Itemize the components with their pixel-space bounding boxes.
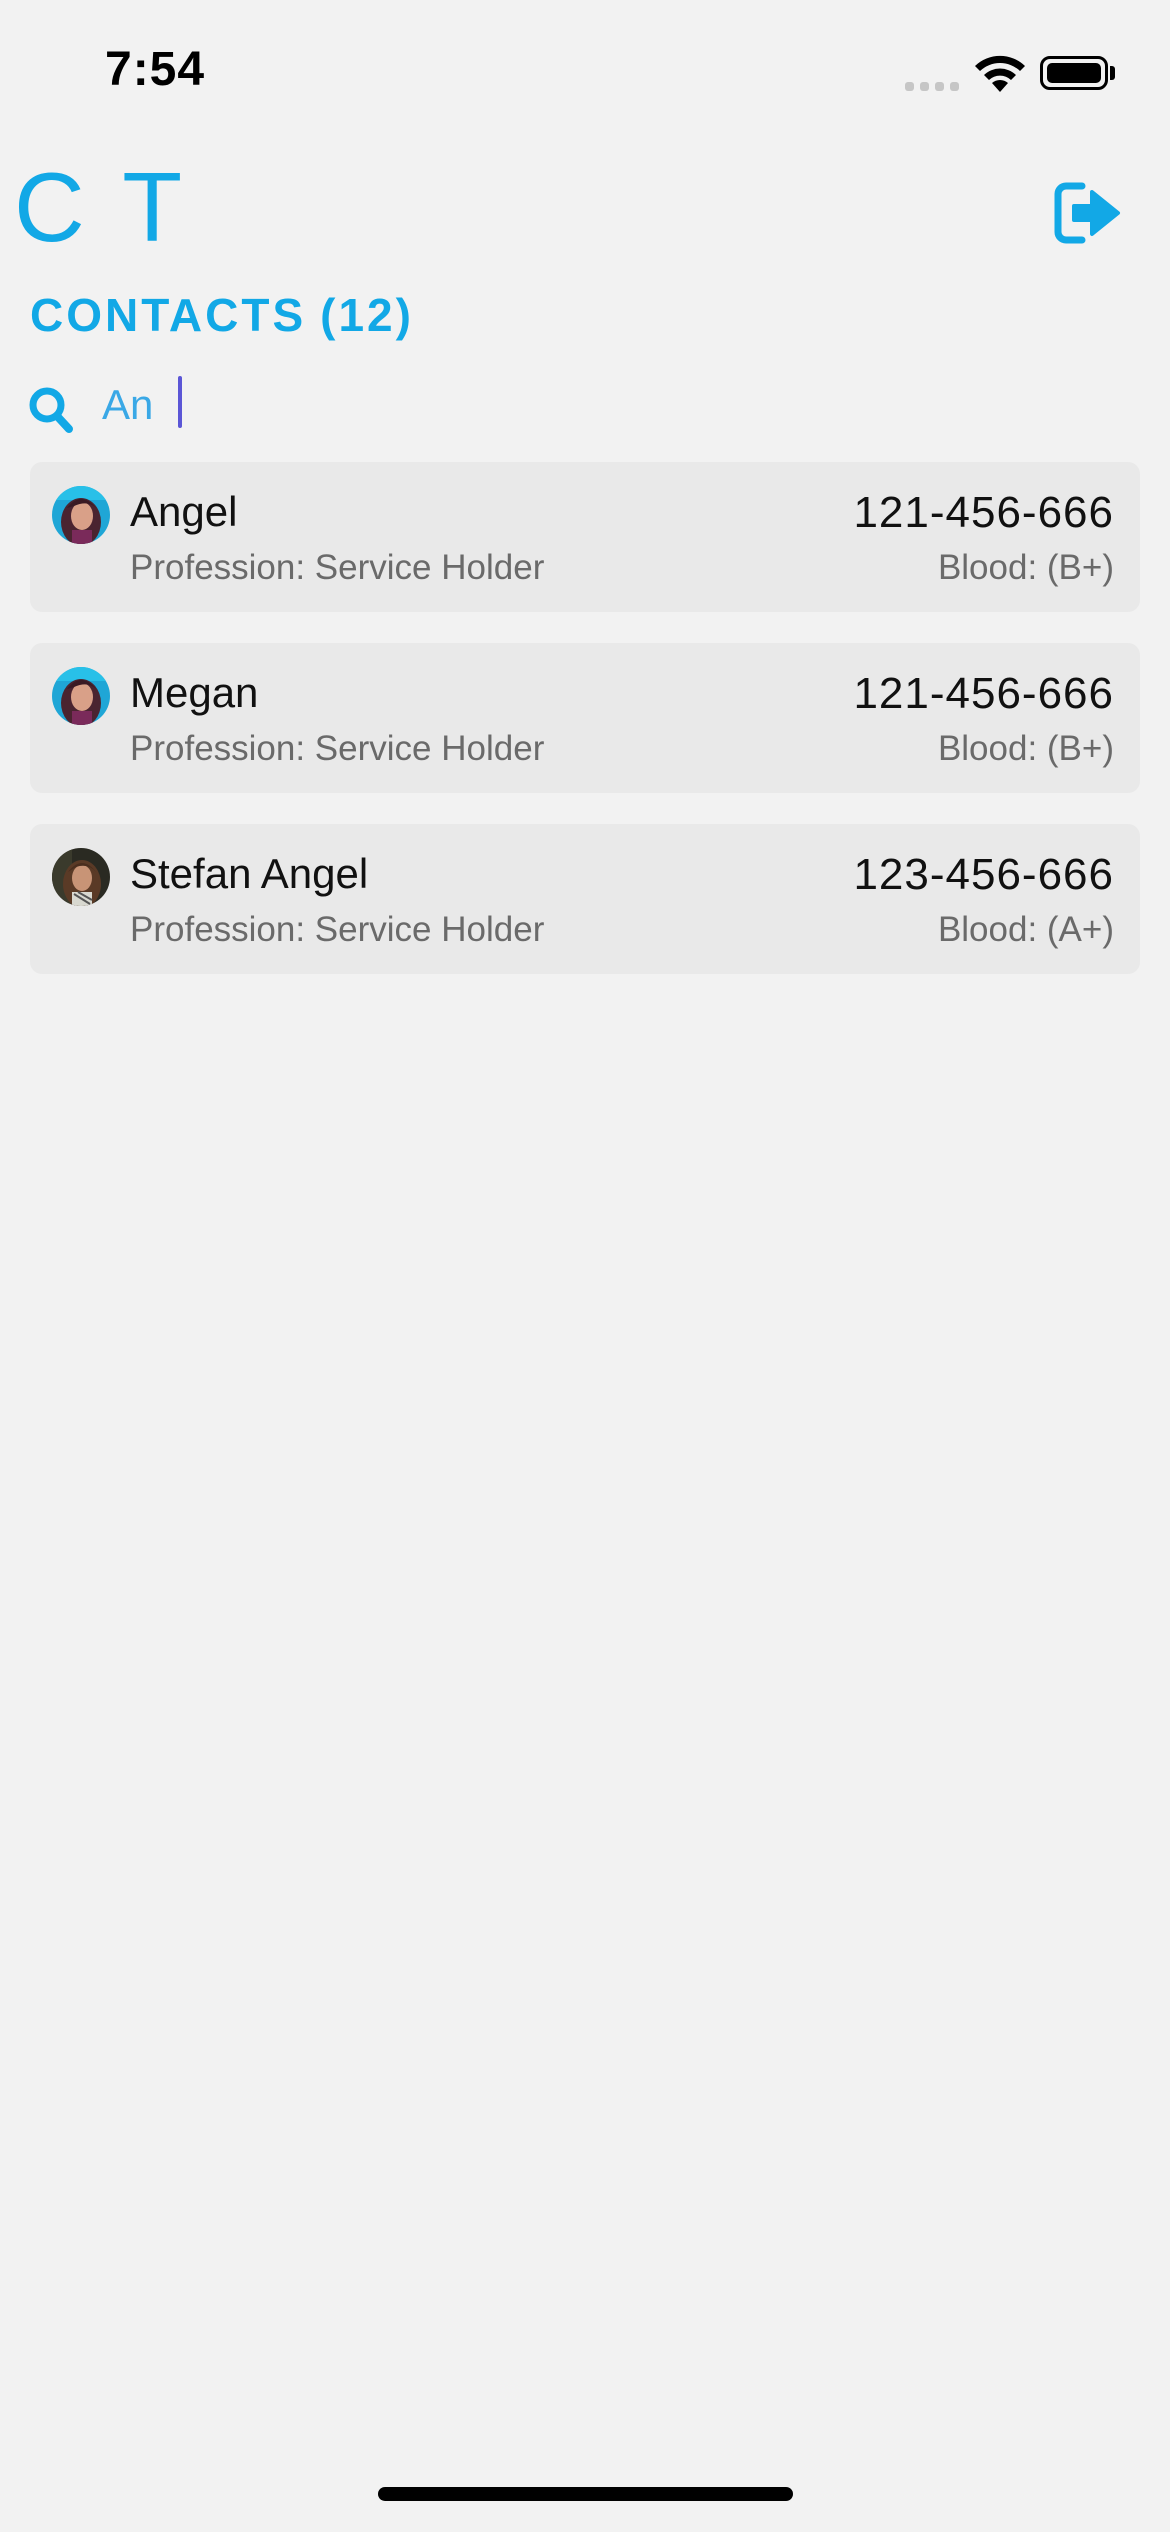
logout-button[interactable] [1052,180,1124,246]
contact-blood-group: Blood: (B+) [937,729,1114,768]
home-indicator[interactable] [378,2487,793,2501]
avatar [52,486,110,544]
contact-profession: Profession: Service Holder [130,729,545,768]
contact-profession: Profession: Service Holder [130,548,545,587]
contact-blood-group: Blood: (A+) [937,910,1114,949]
contact-name: Angel [130,488,238,535]
contact-phone: 121-456-666 [853,488,1114,537]
avatar [52,848,110,906]
contacts-title: CONTACTS [30,289,307,341]
contact-name: Stefan Angel [130,850,369,897]
contact-card[interactable]: Megan Profession: Service Holder 121-456… [30,643,1140,793]
status-time: 7:54 [105,43,206,96]
contact-card[interactable]: Stefan Angel Profession: Service Holder … [30,824,1140,974]
wifi-icon [975,55,1025,92]
contact-phone: 123-456-666 [853,850,1114,899]
cellular-signal-icon [905,82,959,91]
contacts-count: (12) [320,289,414,341]
contact-blood-group: Blood: (B+) [937,548,1114,587]
contact-profession: Profession: Service Holder [130,910,545,949]
status-bar: 7:54 [0,0,1170,150]
contact-phone: 121-456-666 [853,669,1114,718]
search-icon [29,387,73,433]
app-brand: C T [14,152,189,262]
contacts-heading: CONTACTS (12) [30,288,414,342]
battery-cap [1110,66,1115,80]
battery-icon [1040,56,1108,90]
logout-icon [1054,182,1120,244]
search-input[interactable] [102,370,1102,440]
avatar [52,667,110,725]
contact-name: Megan [130,669,259,716]
contact-card[interactable]: Angel Profession: Service Holder 121-456… [30,462,1140,612]
search-bar [28,370,1140,440]
text-caret [178,376,182,428]
contact-list: Angel Profession: Service Holder 121-456… [30,462,1140,1005]
